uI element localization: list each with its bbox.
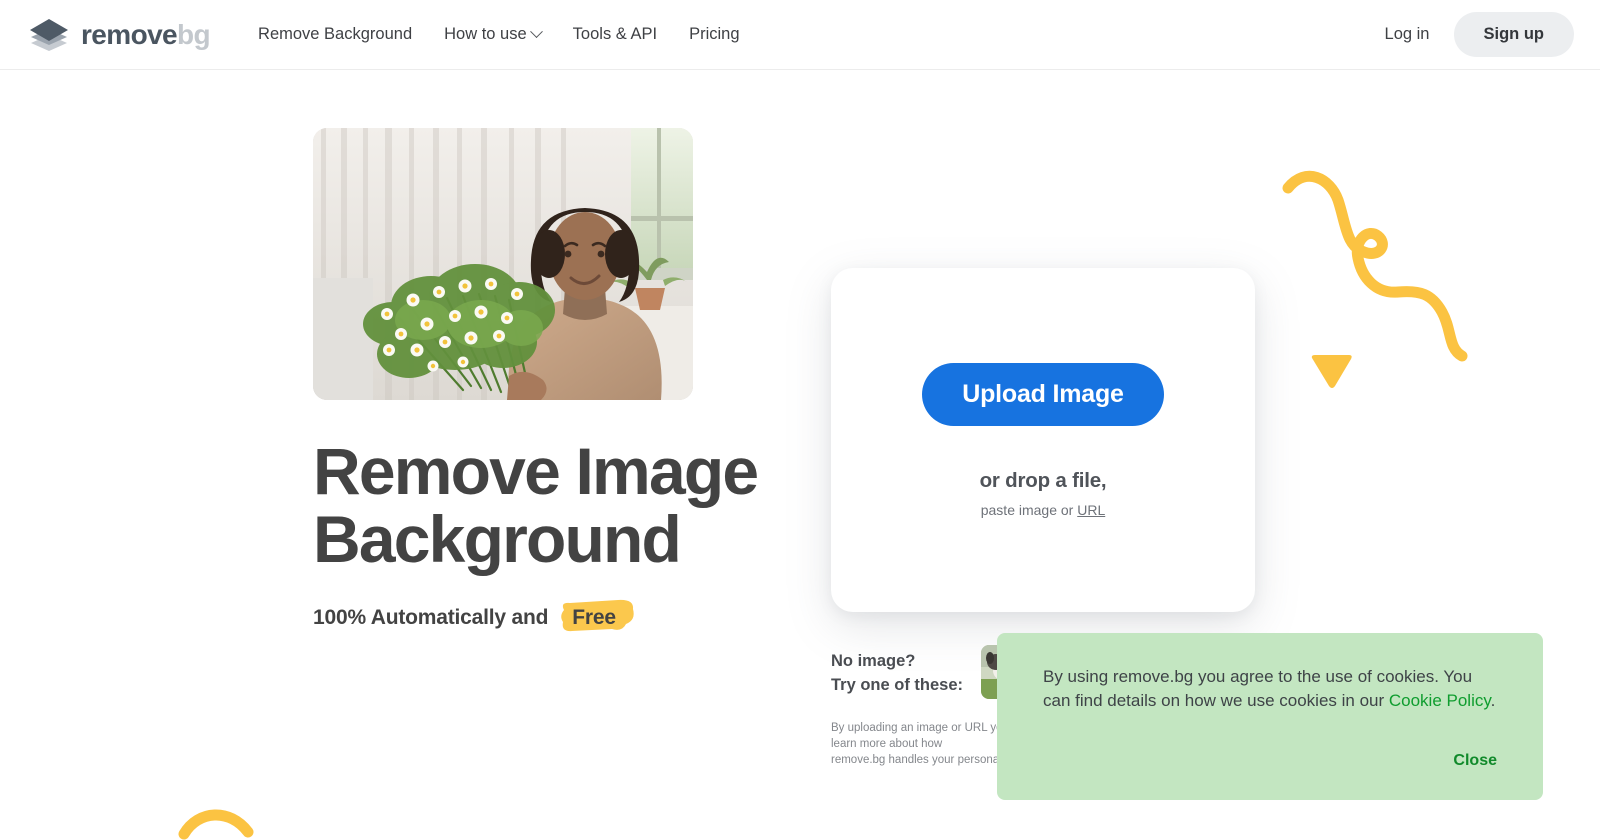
hero-subtitle: 100% Automatically and Free — [313, 599, 783, 633]
page-title: Remove Image Background — [313, 434, 759, 576]
drop-file-label: or drop a file, — [979, 468, 1107, 492]
layers-diamond-icon — [30, 18, 68, 51]
hero-photo-illustration — [313, 128, 693, 400]
hero-subtitle-prefix: 100% Automatically and — [313, 606, 549, 630]
nav-label: How to use — [444, 25, 527, 43]
cookie-banner-text: By using remove.bg you agree to the use … — [1043, 665, 1499, 713]
signup-button[interactable]: Sign up — [1453, 12, 1574, 57]
triangle-decoration-icon — [1311, 355, 1352, 388]
hero-photo — [313, 128, 693, 400]
nav-label: Pricing — [689, 25, 740, 43]
logo-word-bg: bg — [177, 18, 211, 50]
free-highlight: Free — [560, 599, 634, 633]
primary-nav: Remove Background How to use Tools & API… — [242, 17, 755, 52]
logo-wordmark: removebg — [81, 18, 211, 50]
chevron-down-icon — [529, 25, 543, 39]
paste-prefix: paste image or — [980, 501, 1078, 518]
url-link[interactable]: URL — [1077, 502, 1105, 518]
nav-item-pricing[interactable]: Pricing — [673, 17, 755, 52]
cookie-close-button[interactable]: Close — [1451, 748, 1499, 774]
upload-dropzone-card[interactable]: Upload Image or drop a file, paste image… — [831, 268, 1255, 612]
free-label: Free — [572, 605, 616, 629]
nav-item-tools-api[interactable]: Tools & API — [557, 17, 673, 52]
login-link[interactable]: Log in — [1367, 16, 1448, 53]
site-header: removebg Remove Background How to use To… — [0, 0, 1600, 70]
nav-label: Remove Background — [258, 25, 413, 43]
hero-left-column: Remove Image Background 100% Automatical… — [313, 128, 783, 633]
header-actions: Log in Sign up — [1367, 12, 1574, 57]
upload-image-button[interactable]: Upload Image — [922, 362, 1164, 426]
nav-item-remove-background[interactable]: Remove Background — [242, 17, 428, 52]
logo-word-remove: remove — [81, 18, 178, 50]
cookie-text-after: . — [1490, 691, 1496, 711]
nav-label: Tools & API — [572, 25, 658, 43]
remove-bg-landing-page: removebg Remove Background How to use To… — [0, 0, 1600, 840]
cookie-consent-banner: By using remove.bg you agree to the use … — [997, 633, 1543, 800]
site-logo[interactable]: removebg — [28, 18, 211, 52]
cookie-policy-link[interactable]: Cookie Policy — [1389, 691, 1491, 710]
nav-item-how-to-use[interactable]: How to use — [428, 17, 557, 52]
paste-url-label: paste image or URL — [981, 502, 1106, 518]
sample-images-caption: No image? Try one of these: — [831, 652, 964, 694]
squiggle-decoration-icon — [1282, 170, 1468, 362]
arc-decoration-icon — [178, 809, 254, 840]
